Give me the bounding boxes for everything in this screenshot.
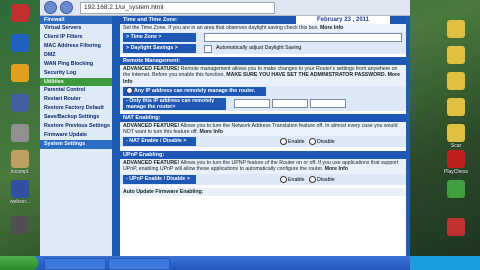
nav-item-selected[interactable]: System Settings bbox=[40, 140, 112, 149]
nav-item[interactable]: WAN Ping Blocking bbox=[40, 60, 112, 69]
section-desc: ADVANCED FEATURE! Allows you to turn the… bbox=[120, 159, 406, 174]
field-label: - UPnP Enable / Disable > bbox=[123, 174, 196, 184]
app-icon bbox=[447, 218, 465, 236]
more-info-link[interactable]: More Info bbox=[320, 25, 343, 31]
date-display: February 23 , 2011 bbox=[296, 16, 390, 24]
nav-item[interactable]: Restart Router bbox=[40, 95, 112, 104]
more-info-link[interactable]: More Info bbox=[200, 129, 223, 135]
desktop-icon[interactable]: Scar bbox=[436, 124, 476, 149]
more-info-link[interactable]: More Info bbox=[325, 166, 348, 172]
taskbar bbox=[0, 256, 480, 270]
system-tray bbox=[410, 256, 480, 270]
folder-icon bbox=[447, 98, 465, 116]
nat-row: - NAT Enable / Disable > Enable Disable bbox=[120, 136, 406, 148]
nav-item[interactable]: DMZ bbox=[40, 51, 112, 60]
section-header-time: Time and Time Zone: February 23 , 2011 bbox=[120, 16, 406, 24]
desktop-icon[interactable]: Incompl. bbox=[0, 150, 40, 175]
nav-item[interactable]: MAC Address Filtering bbox=[40, 42, 112, 51]
start-button[interactable] bbox=[0, 256, 38, 270]
upnp-enable-radio[interactable] bbox=[280, 175, 287, 183]
only-ip-row: - Only this IP address can remotely mana… bbox=[120, 96, 406, 111]
desktop-icon[interactable] bbox=[0, 216, 40, 235]
folder-icon bbox=[447, 72, 465, 90]
section-header-auto-fw: Auto Update Firmware Enabling: bbox=[120, 187, 406, 196]
desktop-icon[interactable] bbox=[436, 218, 476, 237]
upnp-options: Enable Disable bbox=[280, 175, 335, 183]
nav-item[interactable]: Client IP Filters bbox=[40, 33, 112, 42]
desktop-icon[interactable] bbox=[436, 98, 476, 117]
address-bar-row: 192.168.2.1/ui_system.html bbox=[40, 0, 410, 16]
desktop-icon[interactable]: PlayChess bbox=[436, 150, 476, 175]
app-icon bbox=[11, 64, 29, 82]
nav-item[interactable]: Security Log bbox=[40, 69, 112, 78]
section-header-upnp: UPnP Enabling: bbox=[120, 151, 406, 160]
section-desc: ADVANCED FEATURE! Allows you to turn the… bbox=[120, 121, 406, 137]
app-icon bbox=[11, 4, 29, 22]
app-icon bbox=[11, 124, 29, 142]
nav-header-firewall: Firewall bbox=[40, 16, 112, 24]
app-icon bbox=[11, 180, 29, 198]
any-ip-checkbox[interactable] bbox=[126, 86, 133, 94]
folder-icon bbox=[447, 46, 465, 64]
nav-item[interactable]: Parental Control bbox=[40, 86, 112, 95]
field-label: > Time Zone > bbox=[123, 33, 196, 43]
desktop-icon[interactable] bbox=[436, 46, 476, 65]
nav-header-utilities: Utilities bbox=[40, 78, 112, 86]
folder-icon bbox=[11, 150, 29, 168]
left-nav: Firewall Virtual Servers Client IP Filte… bbox=[40, 16, 112, 256]
desktop-icon[interactable] bbox=[436, 72, 476, 91]
upnp-row: - UPnP Enable / Disable > Enable Disable bbox=[120, 173, 406, 185]
desktop-icon[interactable] bbox=[0, 124, 40, 143]
desktop-icon[interactable] bbox=[0, 34, 40, 53]
ip-octet-input[interactable] bbox=[272, 98, 308, 108]
ip-octet-input[interactable] bbox=[234, 98, 270, 108]
any-ip-row: Any IP address can remotely manage the r… bbox=[120, 85, 406, 97]
nav-item[interactable]: Virtual Servers bbox=[40, 24, 112, 33]
desktop-icon[interactable] bbox=[436, 180, 476, 199]
desktop-icon[interactable] bbox=[0, 4, 40, 23]
url-field[interactable]: 192.168.2.1/ui_system.html bbox=[80, 1, 275, 14]
section-desc: Set the Time Zone. If you are in an area… bbox=[120, 24, 406, 33]
folder-icon bbox=[447, 124, 465, 142]
dst-checkbox[interactable] bbox=[204, 45, 212, 54]
app-icon bbox=[11, 34, 29, 52]
desktop-icon[interactable] bbox=[0, 94, 40, 113]
nav-item[interactable]: Restore Factory Default bbox=[40, 104, 112, 113]
section-header-nat: NAT Enabling: bbox=[120, 113, 406, 122]
nav-item[interactable]: Save/Backup Settings bbox=[40, 113, 112, 122]
taskbar-button[interactable] bbox=[108, 258, 170, 270]
desktop-icon[interactable] bbox=[0, 64, 40, 83]
field-label: > Daylight Savings > bbox=[123, 44, 196, 54]
taskbar-button[interactable] bbox=[44, 258, 106, 270]
nat-enable-radio[interactable] bbox=[280, 138, 287, 146]
browser-window: 192.168.2.1/ui_system.html Firewall Virt… bbox=[40, 0, 410, 256]
dst-row: > Daylight Savings > Automatically adjus… bbox=[120, 43, 406, 55]
forward-button-icon[interactable] bbox=[60, 1, 73, 14]
folder-icon bbox=[447, 20, 465, 38]
nat-options: Enable Disable bbox=[280, 138, 335, 146]
app-icon bbox=[447, 180, 465, 198]
any-ip-label: Any IP address can remotely manage the r… bbox=[123, 86, 266, 96]
back-button-icon[interactable] bbox=[44, 1, 57, 14]
nav-item[interactable]: Restore Previous Settings bbox=[40, 122, 112, 131]
field-label: - Only this IP address can remotely mana… bbox=[123, 97, 226, 110]
ip-octet-input[interactable] bbox=[310, 98, 346, 108]
section-header-remote: Remote Management: bbox=[120, 57, 406, 66]
desktop-icon[interactable] bbox=[436, 20, 476, 39]
chess-icon bbox=[447, 150, 465, 168]
router-page: Firewall Virtual Servers Client IP Filte… bbox=[40, 16, 410, 256]
time-zone-select[interactable] bbox=[204, 33, 402, 43]
nat-disable-radio[interactable] bbox=[308, 138, 316, 146]
nav-item[interactable]: Firmware Update bbox=[40, 131, 112, 140]
field-label: - NAT Enable / Disable > bbox=[123, 137, 196, 147]
section-desc: ADVANCED FEATURE! Remote management allo… bbox=[120, 65, 406, 86]
app-icon bbox=[11, 94, 29, 112]
desktop-icon[interactable]: webser... bbox=[0, 180, 40, 205]
settings-panel: Time and Time Zone: February 23 , 2011 S… bbox=[120, 16, 406, 256]
time-zone-row: > Time Zone > bbox=[120, 32, 406, 44]
dst-text: Automatically adjust Daylight Saving bbox=[216, 45, 302, 52]
upnp-disable-radio[interactable] bbox=[308, 175, 316, 183]
app-icon bbox=[11, 216, 29, 234]
